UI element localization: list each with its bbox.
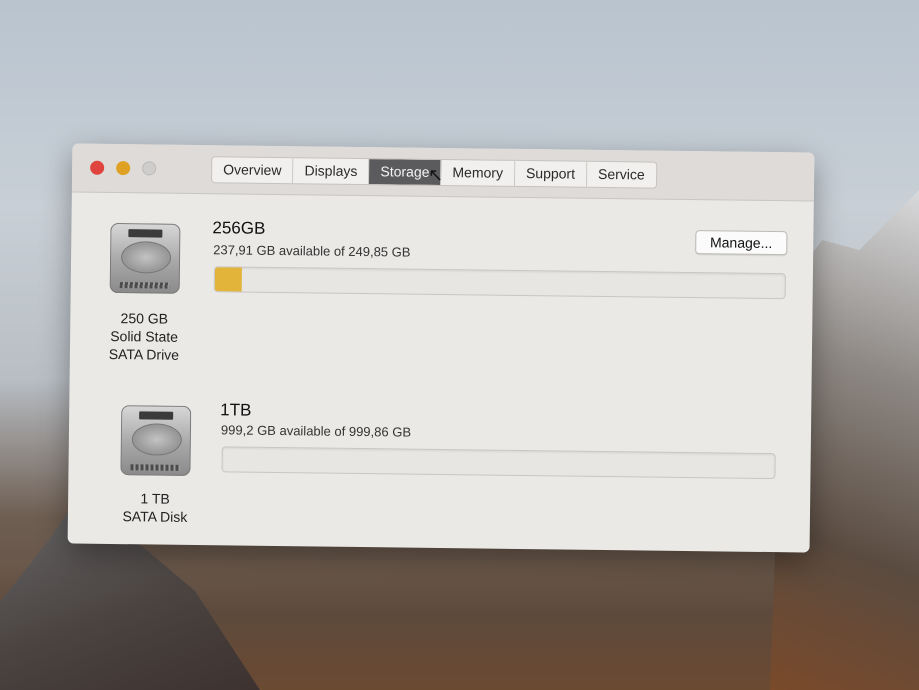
drive-name: 256GB bbox=[212, 218, 266, 238]
mouse-cursor-icon: ↖ bbox=[427, 164, 444, 186]
storage-usage-bar bbox=[221, 446, 776, 480]
storage-usage-fill bbox=[222, 447, 223, 471]
hard-drive-icon bbox=[109, 222, 181, 294]
drive-ports bbox=[119, 282, 170, 289]
drive-row: 250 GB Solid State SATA Drive 256GB 237,… bbox=[72, 218, 814, 363]
drive-caption-line: Solid State bbox=[110, 327, 179, 345]
drive-caption-line: SATA Disk bbox=[122, 508, 188, 525]
drive-label-strip bbox=[139, 411, 174, 420]
traffic-lights bbox=[90, 160, 157, 176]
drive-caption-line: 250 GB bbox=[120, 310, 169, 327]
drive-label-strip bbox=[128, 229, 163, 238]
manage-button[interactable]: Manage... bbox=[694, 230, 788, 256]
storage-pane: 250 GB Solid State SATA Drive 256GB 237,… bbox=[68, 192, 814, 552]
drive-caption: 250 GB Solid State SATA Drive bbox=[89, 309, 200, 364]
minimize-button[interactable] bbox=[116, 161, 131, 176]
close-button[interactable] bbox=[90, 160, 105, 175]
tab-support[interactable]: Support bbox=[514, 160, 588, 187]
storage-usage-bar bbox=[213, 266, 786, 300]
hard-drive-icon bbox=[120, 405, 192, 476]
zoom-button[interactable] bbox=[142, 161, 157, 176]
about-this-mac-window: Overview Displays Storage Memory Support… bbox=[67, 143, 815, 553]
tab-overview[interactable]: Overview bbox=[212, 157, 294, 184]
drive-ports bbox=[130, 464, 181, 471]
drive-platter bbox=[131, 423, 183, 456]
drive-caption-line: SATA Drive bbox=[108, 345, 180, 363]
drive-caption: 1 TB SATA Disk bbox=[100, 489, 210, 526]
drive-availability: 999,2 GB available of 999,86 GB bbox=[220, 422, 412, 440]
drive-name: 1TB bbox=[220, 400, 252, 420]
drive-availability: 237,91 GB available of 249,85 GB bbox=[213, 242, 411, 260]
window-titlebar: Overview Displays Storage Memory Support… bbox=[71, 143, 815, 202]
tab-memory[interactable]: Memory bbox=[441, 159, 516, 186]
drive-row: 1 TB SATA Disk 1TB 999,2 GB available of… bbox=[69, 400, 811, 525]
storage-usage-fill bbox=[214, 267, 243, 292]
tab-displays[interactable]: Displays bbox=[293, 158, 370, 185]
drive-caption-line: 1 TB bbox=[140, 490, 170, 507]
drive-platter bbox=[120, 241, 172, 274]
tab-service[interactable]: Service bbox=[587, 162, 656, 188]
